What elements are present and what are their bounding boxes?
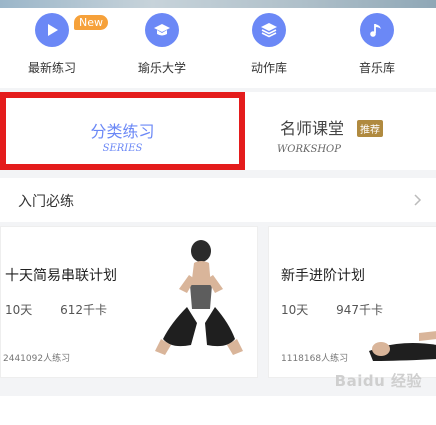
baidu-watermark: Baidu 经验	[334, 372, 422, 390]
card-calories: 947千卡	[336, 303, 384, 317]
card-practitioners: 1118168人练习	[281, 354, 349, 364]
nav-yoga-university[interactable]: 瑜乐大学	[127, 13, 197, 76]
section-header[interactable]: 入门必练	[0, 178, 436, 222]
nav-music-library[interactable]: 音乐库	[342, 13, 412, 76]
nav-pose-library[interactable]: 动作库	[234, 13, 304, 76]
music-note-icon	[360, 13, 394, 47]
chevron-right-icon	[414, 194, 422, 206]
card-stats: 10天 947千卡	[281, 301, 407, 318]
card-practitioners: 2441092人练习	[3, 354, 71, 364]
quick-nav: 最新练习 New 瑜乐大学 动作库 音乐库	[0, 8, 436, 88]
tab-title: 名师课堂	[280, 119, 345, 138]
tab-series[interactable]: 分类练习 SERIES	[0, 92, 245, 170]
plan-card[interactable]: 新手进阶计划 10天 947千卡 1118168人练习	[268, 226, 436, 378]
tab-bar: 分类练习 SERIES 名师课堂 推荐 WORKSHOP	[0, 92, 436, 170]
nav-label: 动作库	[250, 61, 287, 75]
recommend-badge: 推荐	[357, 120, 383, 137]
card-title: 新手进阶计划	[281, 268, 365, 284]
card-calories: 612千卡	[60, 303, 108, 317]
layers-icon	[252, 13, 286, 47]
card-stats: 10天 612千卡	[5, 301, 131, 318]
plan-card[interactable]: 十天简易串联计划 10天 612千卡 2441092人练习	[0, 226, 258, 378]
tab-title: 分类练习	[90, 122, 155, 141]
card-title: 十天简易串联计划	[5, 268, 117, 284]
card-days: 10天	[5, 303, 33, 317]
graduation-cap-icon	[145, 13, 179, 47]
bottom-panel	[0, 396, 436, 425]
tab-subtitle: SERIES	[102, 143, 143, 154]
tab-subtitle: WORKSHOP	[277, 144, 341, 155]
play-icon	[35, 13, 69, 47]
section-title: 入门必练	[18, 194, 74, 210]
nav-label: 音乐库	[358, 61, 395, 75]
card-days: 10天	[281, 303, 309, 317]
nav-label: 瑜乐大学	[137, 61, 186, 75]
new-badge: New	[74, 15, 108, 30]
nav-label: 最新练习	[27, 61, 76, 75]
